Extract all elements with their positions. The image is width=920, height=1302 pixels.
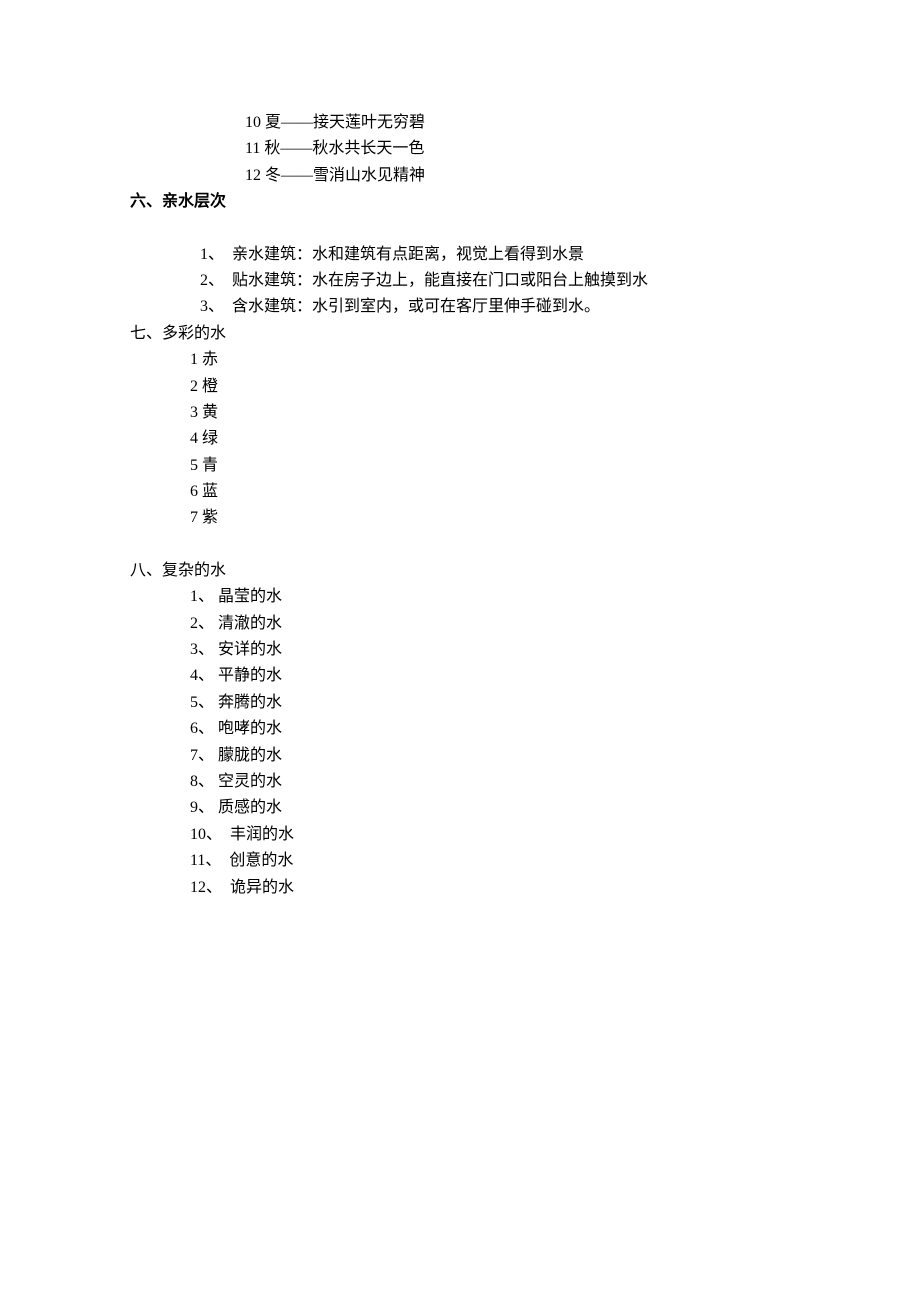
list-item: 5、 奔腾的水 [190, 690, 790, 716]
list-item: 2 橙 [190, 374, 790, 400]
section-7-heading: 七、多彩的水 [130, 321, 790, 347]
spacer [130, 532, 790, 558]
section-6-heading: 六、亲水层次 [130, 189, 790, 215]
list-item: 10 夏——接天莲叶无穷碧 [245, 110, 790, 136]
list-item: 12 冬——雪消山水见精神 [245, 163, 790, 189]
section-6-list: 1、 亲水建筑：水和建筑有点距离，视觉上看得到水景 2、 贴水建筑：水在房子边上… [130, 242, 790, 321]
list-item: 11、 创意的水 [190, 848, 790, 874]
list-item: 10、 丰润的水 [190, 822, 790, 848]
list-item: 1、 亲水建筑：水和建筑有点距离，视觉上看得到水景 [200, 242, 790, 268]
list-item: 1、 晶莹的水 [190, 584, 790, 610]
spacer [130, 216, 790, 242]
list-item: 4、 平静的水 [190, 663, 790, 689]
list-item: 3 黄 [190, 400, 790, 426]
list-item: 4 绿 [190, 426, 790, 452]
list-item: 2、 清澈的水 [190, 611, 790, 637]
section-8-heading: 八、复杂的水 [130, 558, 790, 584]
list-item: 6、 咆哮的水 [190, 716, 790, 742]
section-7-list: 1 赤 2 橙 3 黄 4 绿 5 青 6 蓝 7 紫 [130, 347, 790, 532]
list-item: 12、 诡异的水 [190, 875, 790, 901]
list-item: 2、 贴水建筑：水在房子边上，能直接在门口或阳台上触摸到水 [200, 268, 790, 294]
top-continuation-list: 10 夏——接天莲叶无穷碧 11 秋——秋水共长天一色 12 冬——雪消山水见精… [130, 110, 790, 189]
list-item: 7 紫 [190, 505, 790, 531]
list-item: 8、 空灵的水 [190, 769, 790, 795]
document-page: 10 夏——接天莲叶无穷碧 11 秋——秋水共长天一色 12 冬——雪消山水见精… [130, 110, 790, 901]
list-item: 7、 朦胧的水 [190, 743, 790, 769]
list-item: 3、 含水建筑：水引到室内，或可在客厅里伸手碰到水。 [200, 294, 790, 320]
list-item: 11 秋——秋水共长天一色 [245, 136, 790, 162]
list-item: 6 蓝 [190, 479, 790, 505]
list-item: 9、 质感的水 [190, 795, 790, 821]
section-8-list: 1、 晶莹的水 2、 清澈的水 3、 安详的水 4、 平静的水 5、 奔腾的水 … [130, 584, 790, 901]
list-item: 3、 安详的水 [190, 637, 790, 663]
list-item: 5 青 [190, 453, 790, 479]
list-item: 1 赤 [190, 347, 790, 373]
